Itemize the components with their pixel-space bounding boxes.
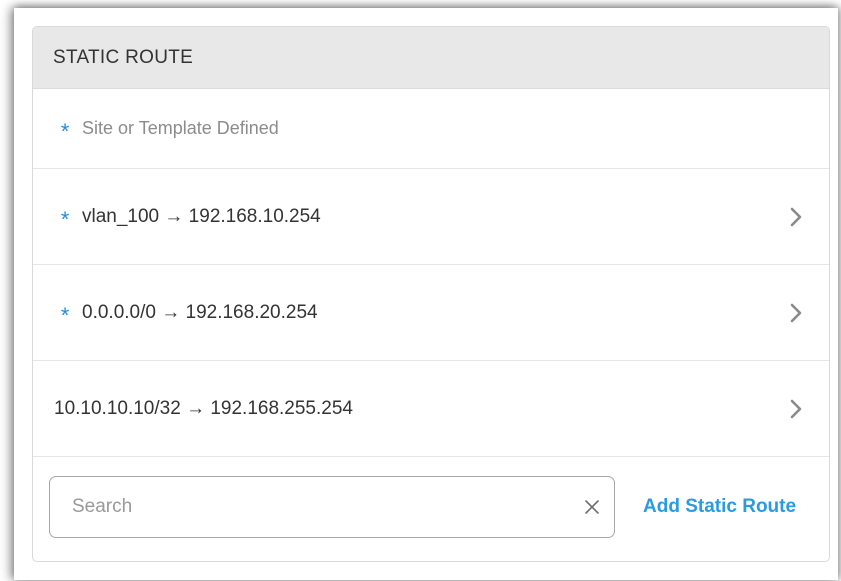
asterisk-icon: * <box>60 118 70 144</box>
panel-title: STATIC ROUTE <box>53 46 194 68</box>
route-row[interactable]: 10.10.10.10/32 → 192.168.255.254 <box>33 361 829 457</box>
asterisk-icon: * <box>60 206 70 232</box>
legend-text: Site or Template Defined <box>82 118 279 138</box>
route-row[interactable]: * 0.0.0.0/0 → 192.168.20.254 <box>33 265 829 361</box>
search-input[interactable] <box>50 476 554 538</box>
screenshot-canvas: STATIC ROUTE * Site or Template Defined … <box>0 0 841 581</box>
route-label: 10.10.10.10/32 → 192.168.255.254 <box>54 397 353 419</box>
legend-row: * Site or Template Defined <box>33 89 829 169</box>
panel-header: STATIC ROUTE <box>33 27 829 89</box>
route-row[interactable]: * vlan_100 → 192.168.10.254 <box>33 169 829 265</box>
route-label: vlan_100 → 192.168.10.254 <box>82 205 321 227</box>
panel-footer: Add Static Route <box>33 457 829 557</box>
asterisk-icon: * <box>60 302 70 328</box>
add-static-route-button[interactable]: Add Static Route <box>643 496 796 518</box>
route-label: 0.0.0.0/0 → 192.168.20.254 <box>82 301 318 323</box>
chevron-right-icon[interactable] <box>789 206 803 228</box>
search-box <box>49 476 615 538</box>
static-route-panel: STATIC ROUTE * Site or Template Defined … <box>32 26 830 562</box>
close-icon[interactable] <box>584 499 600 515</box>
chevron-right-icon[interactable] <box>789 302 803 324</box>
chevron-right-icon[interactable] <box>789 398 803 420</box>
